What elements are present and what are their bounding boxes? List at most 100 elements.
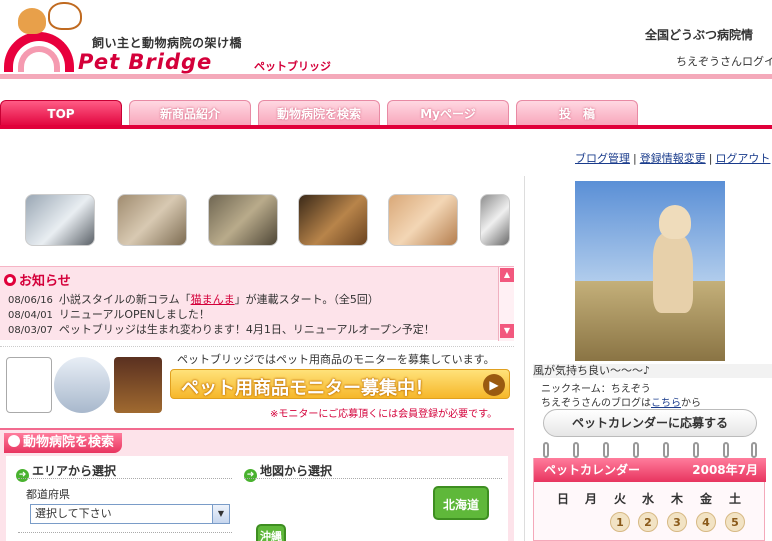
ring-icon bbox=[663, 442, 669, 458]
blog-line-pre: ちえぞうさんのブログは bbox=[541, 398, 651, 409]
column-link[interactable]: 猫まんま bbox=[191, 293, 235, 306]
nav-underline bbox=[0, 125, 772, 129]
news-date: 08/04/01 bbox=[8, 310, 53, 321]
weekday-label: 月 bbox=[584, 492, 597, 506]
map-okinawa-button[interactable]: 沖縄 bbox=[256, 524, 286, 541]
header-site-title: 全国どうぶつ病院情 bbox=[645, 28, 754, 42]
rabbit-thumb[interactable] bbox=[117, 194, 187, 246]
arrow-right-icon: ➜ bbox=[244, 469, 257, 482]
prefecture-label: 都道府県 bbox=[26, 488, 70, 501]
weekday-label: 日 bbox=[556, 492, 569, 506]
scroll-down-icon[interactable]: ▼ bbox=[500, 324, 514, 338]
pet-calendar: ペットカレンダー 2008年7月 日 月 火 水 木 金 土 1 2 3 4 5 bbox=[533, 458, 766, 541]
map-select-heading-text: 地図から選択 bbox=[260, 464, 333, 478]
hospital-search-panel: 動物病院を検索 ➜ エリアから選択 都道府県 選択して下さい ▼ ➜ 地図から選択 … bbox=[0, 428, 514, 541]
account-links: ブログ管理 | 登録情報変更 | ログアウト bbox=[575, 150, 770, 166]
map-hokkaido-button[interactable]: 北海道 bbox=[433, 486, 489, 520]
header-divider bbox=[0, 74, 772, 79]
area-select-heading: ➜ エリアから選択 bbox=[16, 462, 116, 482]
ring-icon bbox=[723, 442, 729, 458]
chevron-down-icon[interactable]: ▼ bbox=[212, 505, 229, 523]
monitor-note: ※モニターにご応募頂くには会員登録が必要です。 bbox=[270, 409, 498, 420]
news-panel: お知らせ 08/06/16 小説スタイルの新コラム「猫まんま」が連載スタート。（全… bbox=[0, 266, 514, 341]
blog-manage-link[interactable]: ブログ管理 bbox=[575, 152, 630, 165]
brand-name: Pet Bridge bbox=[78, 50, 213, 74]
calendar-day[interactable]: 2 bbox=[638, 512, 658, 532]
news-item: 08/06/16 小説スタイルの新コラム「猫まんま」が連載スタート。（全5回） bbox=[8, 291, 379, 307]
ring-icon bbox=[633, 442, 639, 458]
prefecture-select[interactable]: 選択して下さい ▼ bbox=[30, 504, 230, 524]
cat-mascot-icon bbox=[18, 8, 46, 34]
map-select-heading: ➜ 地図から選択 bbox=[244, 462, 332, 482]
news-title: お知らせ bbox=[4, 270, 71, 289]
dog-thumb[interactable] bbox=[298, 194, 368, 246]
calendar-day[interactable]: 5 bbox=[725, 512, 745, 532]
monitor-banner-section[interactable]: ペットブリッジではペット用商品のモニターを募集しています。 ペット用商品モニター… bbox=[0, 346, 514, 422]
ring-icon bbox=[543, 442, 549, 458]
news-item: 08/04/01 リニューアルOPENしました！ bbox=[8, 306, 210, 322]
hospital-search-title-text: 動物病院を検索 bbox=[23, 435, 115, 450]
calendar-rings bbox=[533, 442, 765, 458]
link-separator: | bbox=[633, 152, 637, 165]
divider bbox=[244, 478, 502, 479]
tab-top[interactable]: TOP bbox=[0, 100, 122, 127]
profile-edit-link[interactable]: 登録情報変更 bbox=[640, 152, 706, 165]
site-tagline: 飼い主と動物病院の架け橋 bbox=[92, 36, 243, 50]
apply-calendar-button[interactable]: ペットカレンダーに応募する bbox=[543, 409, 757, 437]
arrow-right-icon: ➜ bbox=[16, 469, 29, 482]
dog-mascot-icon bbox=[48, 2, 82, 30]
brand-kana: ペットブリッジ bbox=[254, 60, 331, 73]
tabby-thumb[interactable] bbox=[208, 194, 278, 246]
scroll-up-icon[interactable]: ▲ bbox=[500, 268, 514, 282]
monitor-banner-button[interactable]: ペット用商品モニター募集中！ ▶ bbox=[170, 369, 510, 399]
ring-icon bbox=[573, 442, 579, 458]
news-item: 08/03/07 ペットブリッジは生まれ変わります！4月1日、リニューアルオープン… bbox=[8, 321, 435, 337]
site-logo[interactable]: 飼い主と動物病院の架け橋 Pet Bridge ペットブリッジ bbox=[4, 2, 344, 74]
calendar-day[interactable]: 4 bbox=[696, 512, 716, 532]
tab-new-products[interactable]: 新商品紹介 bbox=[129, 100, 251, 127]
area-select-heading-text: エリアから選択 bbox=[32, 464, 117, 478]
tab-my-page[interactable]: Myページ bbox=[387, 100, 509, 127]
hospital-search-title: 動物病院を検索 bbox=[4, 433, 123, 453]
photo-caption: 風が気持ち良い～～～♪ bbox=[533, 364, 772, 378]
calendar-day[interactable]: 3 bbox=[667, 512, 687, 532]
news-text: 」が連載スタート。（全5回） bbox=[234, 293, 379, 306]
field-background bbox=[575, 281, 725, 361]
news-text: 小説スタイルの新コラム「 bbox=[58, 293, 191, 306]
tab-post[interactable]: 投 稿 bbox=[516, 100, 638, 127]
sleeping-cats-thumb[interactable] bbox=[388, 194, 458, 246]
blog-line: ちえぞうさんのブログはこちらから bbox=[541, 394, 701, 409]
tab-hospital-search[interactable]: 動物病院を検索 bbox=[258, 100, 380, 127]
product-package-image bbox=[114, 357, 162, 413]
blog-link[interactable]: こちら bbox=[651, 398, 681, 409]
weekday-label: 金 bbox=[699, 492, 712, 506]
divider bbox=[18, 478, 232, 479]
news-date: 08/03/07 bbox=[8, 325, 53, 336]
blog-line-post: から bbox=[681, 398, 701, 409]
sky-background bbox=[575, 181, 725, 291]
news-date: 08/06/16 bbox=[8, 295, 53, 306]
right-sidebar: 風が気持ち良い～～～♪ ニックネーム：ちえぞう ちえぞうさんのブログはこちらから… bbox=[524, 176, 772, 541]
ring-icon bbox=[751, 442, 757, 458]
weekday-label: 火 bbox=[613, 492, 626, 506]
featured-pet-photo[interactable] bbox=[575, 181, 725, 361]
prefecture-select-value: 選択して下さい bbox=[35, 507, 112, 520]
news-scrollbar[interactable]: ▲ ▼ bbox=[498, 267, 514, 341]
calendar-month: 2008年7月 bbox=[692, 463, 758, 477]
divider bbox=[18, 532, 232, 533]
arrow-right-icon: ▶ bbox=[483, 374, 505, 396]
hospital-search-body: ➜ エリアから選択 都道府県 選択して下さい ▼ ➜ 地図から選択 北海道 沖縄 bbox=[6, 456, 508, 541]
site-header: 飼い主と動物病院の架け橋 Pet Bridge ペットブリッジ 全国どうぶつ病院… bbox=[0, 0, 772, 79]
monitor-banner-text: ペット用商品モニター募集中！ bbox=[181, 378, 433, 399]
partial-thumb[interactable] bbox=[480, 194, 510, 246]
circle-bullet-icon bbox=[4, 274, 16, 286]
news-text: ペットブリッジは生まれ変わります！4月1日、リニューアルオープン予定！ bbox=[58, 323, 435, 336]
ring-icon bbox=[693, 442, 699, 458]
ring-icon bbox=[603, 442, 609, 458]
cat-thumb[interactable] bbox=[25, 194, 95, 246]
monitor-description: ペットブリッジではペット用商品のモニターを募集しています。 bbox=[177, 353, 495, 366]
logout-link[interactable]: ログアウト bbox=[715, 152, 770, 165]
dog-head-shape bbox=[659, 205, 691, 239]
calendar-day[interactable]: 1 bbox=[610, 512, 630, 532]
circle-bullet-icon bbox=[8, 435, 20, 447]
